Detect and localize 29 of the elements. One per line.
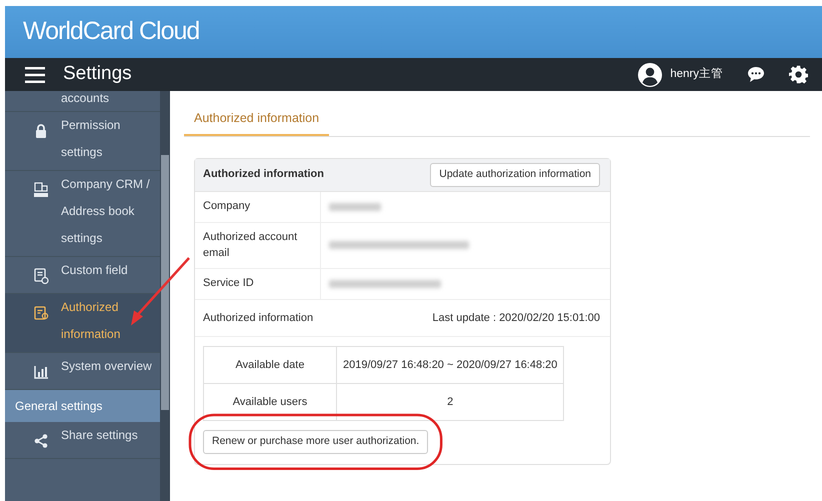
renew-button[interactable]: Renew or purchase more user authorization. <box>203 430 428 454</box>
update-button[interactable]: Update authorization information <box>430 162 600 186</box>
form-icon <box>33 268 49 284</box>
section-title: Authorized information <box>203 310 314 326</box>
building-icon <box>33 182 49 198</box>
chat-icon[interactable] <box>747 66 765 83</box>
certificate-icon <box>33 304 49 321</box>
card-title: Authorized information <box>203 167 324 182</box>
chart-icon <box>33 364 49 380</box>
app-logo: WorldCard Cloud <box>23 16 200 48</box>
field-label: Company <box>195 192 321 222</box>
menu-icon[interactable] <box>25 66 45 82</box>
avatar-icon[interactable] <box>638 62 662 86</box>
scrollbar[interactable] <box>160 91 170 501</box>
share-icon <box>33 432 49 449</box>
sidebar-item[interactable]: Authorized information <box>5 294 160 353</box>
detail-label: Available users <box>204 384 336 420</box>
tab[interactable]: Authorized information <box>184 103 330 136</box>
field-label: Authorized account email <box>195 222 321 268</box>
last-update-text: Last update : 2020/02/20 15:01:00 <box>432 310 600 326</box>
field-label: Service ID <box>195 268 321 298</box>
settings-icon[interactable] <box>789 65 808 84</box>
lock-icon <box>33 122 49 139</box>
user-name[interactable]: henry主管 <box>670 66 723 84</box>
page-title: Settings <box>63 62 132 86</box>
detail-value: 2019/09/27 16:48:20 ~ 2020/09/27 16:48:20 <box>336 346 564 384</box>
detail-value: 2 <box>336 384 564 420</box>
sidebar-section[interactable]: General settings <box>5 390 160 422</box>
detail-label: Available date <box>204 346 336 384</box>
